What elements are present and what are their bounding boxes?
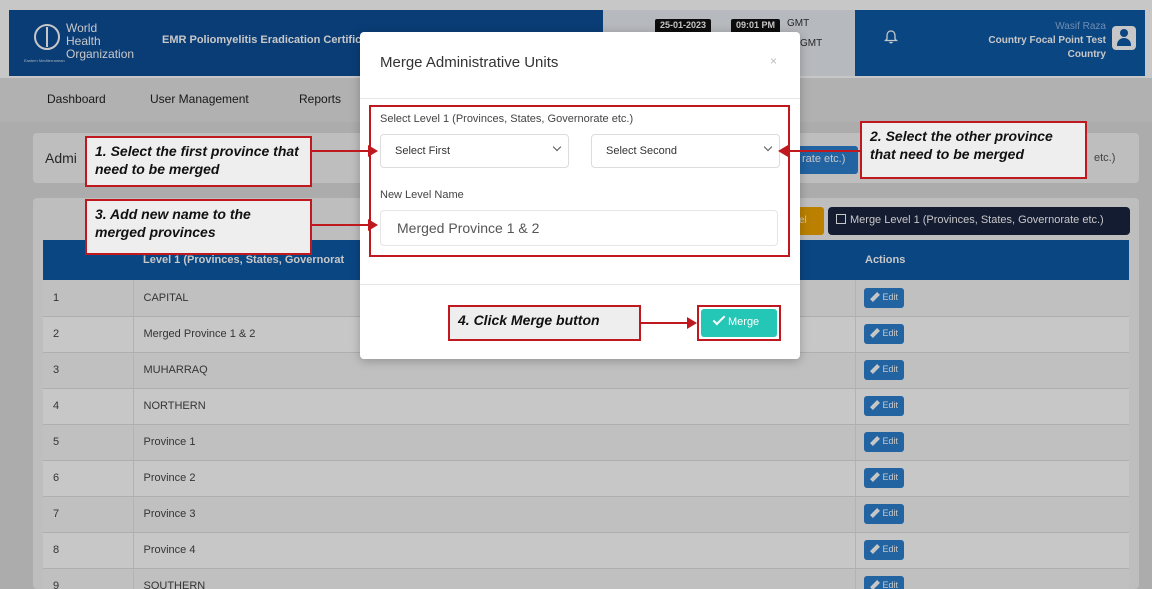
arrow-step3-head (368, 219, 378, 231)
callout-step4: 4. Click Merge button (448, 305, 641, 341)
arrow-step4-head (687, 317, 697, 329)
form-highlight-box (369, 105, 790, 257)
close-icon[interactable]: × (770, 54, 777, 68)
arrow-step2-head (778, 145, 788, 157)
arrow-step2-line (788, 150, 860, 152)
modal-divider-top (360, 98, 800, 99)
modal-divider-bottom (360, 284, 800, 285)
callout-step1: 1. Select the first province that need t… (85, 136, 312, 187)
arrow-step3-line (312, 224, 370, 226)
callout-step2: 2. Select the other province that need t… (860, 121, 1087, 179)
arrow-step4-line (641, 322, 689, 324)
arrow-step1-head (368, 145, 378, 157)
arrow-step1-line (312, 150, 370, 152)
callout-step3: 3. Add new name to the merged provinces (85, 199, 312, 255)
modal-title: Merge Administrative Units (380, 54, 559, 71)
merge-highlight-box (697, 305, 781, 341)
